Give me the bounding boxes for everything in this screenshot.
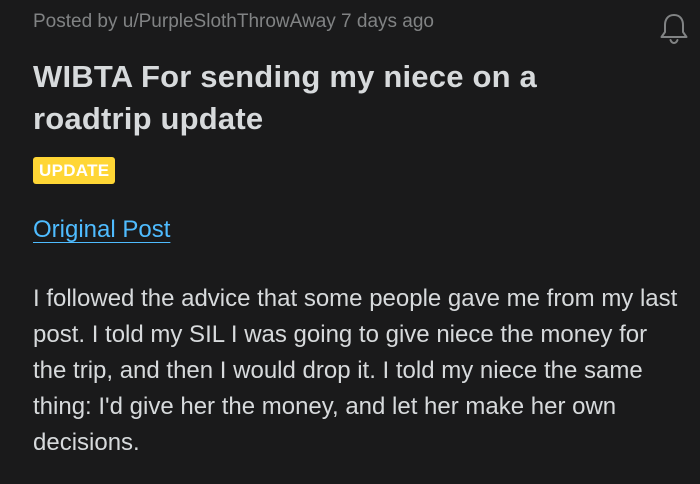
bell-icon [660,14,688,45]
post-body: I followed the advice that some people g… [33,285,678,456]
post-title: WIBTA For sending my niece on a roadtrip… [33,59,537,136]
flair-badge[interactable]: UPDATE [33,157,116,184]
post-meta: Posted by u/PurpleSlothThrowAway 7 days … [33,11,434,32]
follow-button[interactable] [655,9,693,47]
original-post-link[interactable]: Original Post [33,216,170,244]
